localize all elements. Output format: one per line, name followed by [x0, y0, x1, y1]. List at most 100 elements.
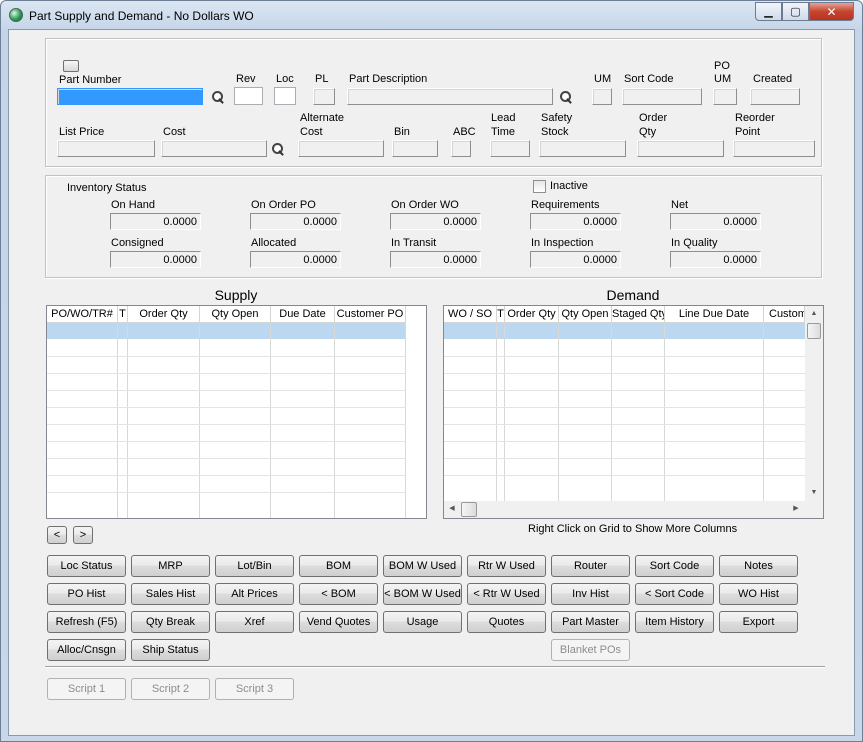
in-transit-label: In Transit — [391, 237, 437, 249]
requirements-label: Requirements — [531, 199, 600, 211]
back-rtr-w-used-button[interactable]: < Rtr W Used — [467, 583, 546, 605]
po-um-label-line1: PO — [714, 60, 730, 72]
um-field — [592, 88, 612, 105]
consigned-label: Consigned — [111, 237, 164, 249]
abc-field — [451, 140, 471, 157]
order-qty-label-line1: Order — [639, 112, 668, 124]
allocated-value: 0.0000 — [250, 251, 341, 268]
supply-selected-row[interactable] — [47, 323, 406, 339]
quotes-button[interactable]: Quotes — [467, 611, 546, 633]
qty-break-button[interactable]: Qty Break — [131, 611, 210, 633]
rev-input[interactable] — [234, 87, 263, 105]
mrp-button[interactable]: MRP — [131, 555, 210, 577]
demand-grid[interactable]: WO / SO T Order Qty Qty Open Staged Qty … — [443, 305, 824, 519]
demand-col-header[interactable]: Qty Open — [559, 306, 612, 323]
inactive-checkbox[interactable] — [533, 180, 546, 193]
supply-col-header[interactable]: Due Date — [271, 306, 335, 323]
minimize-button[interactable]: ▁ — [755, 2, 782, 21]
demand-col-header[interactable]: T — [497, 306, 505, 323]
back-bom-w-used-button[interactable]: < BOM W Used — [383, 583, 462, 605]
net-label: Net — [671, 199, 689, 211]
demand-col-header[interactable]: WO / SO — [444, 306, 497, 323]
supply-col-header[interactable]: T — [118, 306, 128, 323]
loc-input[interactable] — [274, 87, 296, 105]
demand-col-header[interactable]: Line Due Date — [665, 306, 764, 323]
grid-line — [444, 475, 805, 476]
script-3-button[interactable]: Script 3 — [215, 678, 294, 700]
demand-horizontal-scrollbar[interactable]: ◀ ▶ — [444, 501, 823, 518]
scroll-left-icon[interactable]: ◀ — [447, 505, 457, 513]
ship-status-button[interactable]: Ship Status — [131, 639, 210, 661]
close-button[interactable]: ✕ — [809, 2, 854, 21]
supply-col-header[interactable]: PO/WO/TR# — [47, 306, 118, 323]
supply-col-header[interactable]: Qty Open — [200, 306, 271, 323]
created-field — [750, 88, 800, 105]
app-logo-icon — [9, 8, 23, 22]
po-hist-button[interactable]: PO Hist — [47, 583, 126, 605]
alt-prices-button[interactable]: Alt Prices — [215, 583, 294, 605]
wo-hist-button[interactable]: WO Hist — [719, 583, 798, 605]
vend-quotes-button[interactable]: Vend Quotes — [299, 611, 378, 633]
grid-line — [444, 390, 805, 391]
demand-col-header[interactable]: Order Qty — [505, 306, 559, 323]
prev-button[interactable]: < — [47, 526, 67, 544]
scroll-down-icon[interactable]: ▼ — [805, 489, 823, 497]
description-label: Part Description — [349, 73, 428, 85]
back-sort-code-button[interactable]: < Sort Code — [635, 583, 714, 605]
loc-status-button[interactable]: Loc Status — [47, 555, 126, 577]
po-um-label-line2: UM — [714, 73, 732, 85]
scroll-right-icon[interactable]: ▶ — [791, 505, 801, 513]
item-history-button[interactable]: Item History — [635, 611, 714, 633]
demand-col-header[interactable]: Customer — [764, 306, 805, 323]
scroll-up-icon[interactable]: ▲ — [805, 310, 823, 318]
next-button[interactable]: > — [73, 526, 93, 544]
part-lookup-toggle-button[interactable] — [63, 60, 79, 72]
bom-button[interactable]: BOM — [299, 555, 378, 577]
grid-line — [47, 390, 406, 391]
blanket-pos-button[interactable]: Blanket POs — [551, 639, 630, 661]
lot-bin-button[interactable]: Lot/Bin — [215, 555, 294, 577]
refresh-button[interactable]: Refresh (F5) — [47, 611, 126, 633]
order-qty-label-line2: Qty — [639, 126, 657, 138]
safety-stock-label-line1: Safety — [541, 112, 573, 124]
demand-title: Demand — [606, 287, 660, 303]
title-bar[interactable]: Part Supply and Demand - No Dollars WO ▁… — [1, 1, 862, 29]
description-search-icon[interactable] — [559, 90, 573, 104]
bom-w-used-button[interactable]: BOM W Used — [383, 555, 462, 577]
supply-grid[interactable]: PO/WO/TR# T Order Qty Qty Open Due Date … — [46, 305, 427, 519]
part-master-button[interactable]: Part Master — [551, 611, 630, 633]
rtr-w-used-button[interactable]: Rtr W Used — [467, 555, 546, 577]
supply-col-header[interactable]: Order Qty — [128, 306, 200, 323]
sales-hist-button[interactable]: Sales Hist — [131, 583, 210, 605]
export-button[interactable]: Export — [719, 611, 798, 633]
demand-selected-row[interactable] — [444, 323, 805, 339]
usage-button[interactable]: Usage — [383, 611, 462, 633]
demand-col-header[interactable]: Staged Qty — [612, 306, 665, 323]
notes-button[interactable]: Notes — [719, 555, 798, 577]
router-button[interactable]: Router — [551, 555, 630, 577]
safety-stock-field — [539, 140, 626, 157]
script-1-button[interactable]: Script 1 — [47, 678, 126, 700]
maximize-button[interactable]: ▢ — [782, 2, 809, 21]
alloc-cnsgn-button[interactable]: Alloc/Cnsgn — [47, 639, 126, 661]
part-search-icon[interactable] — [211, 90, 225, 104]
in-transit-value: 0.0000 — [390, 251, 481, 268]
grid-line — [127, 323, 128, 518]
requirements-value: 0.0000 — [530, 213, 621, 230]
sort-code-button[interactable]: Sort Code — [635, 555, 714, 577]
lead-time-field — [490, 140, 530, 157]
horizontal-scroll-thumb[interactable] — [461, 502, 477, 517]
alt-cost-field — [298, 140, 384, 157]
xref-button[interactable]: Xref — [215, 611, 294, 633]
cost-search-icon[interactable] — [271, 142, 285, 156]
inv-hist-button[interactable]: Inv Hist — [551, 583, 630, 605]
on-hand-label: On Hand — [111, 199, 156, 211]
script-2-button[interactable]: Script 2 — [131, 678, 210, 700]
part-number-input[interactable] — [57, 88, 203, 105]
vertical-scroll-thumb[interactable] — [807, 323, 821, 339]
back-bom-button[interactable]: < BOM — [299, 583, 378, 605]
supply-col-header[interactable]: Customer PO — [335, 306, 406, 323]
um-label: UM — [594, 73, 612, 85]
demand-vertical-scrollbar[interactable]: ▲ ▼ — [805, 306, 823, 501]
reorder-point-label-line2: Point — [735, 126, 761, 138]
